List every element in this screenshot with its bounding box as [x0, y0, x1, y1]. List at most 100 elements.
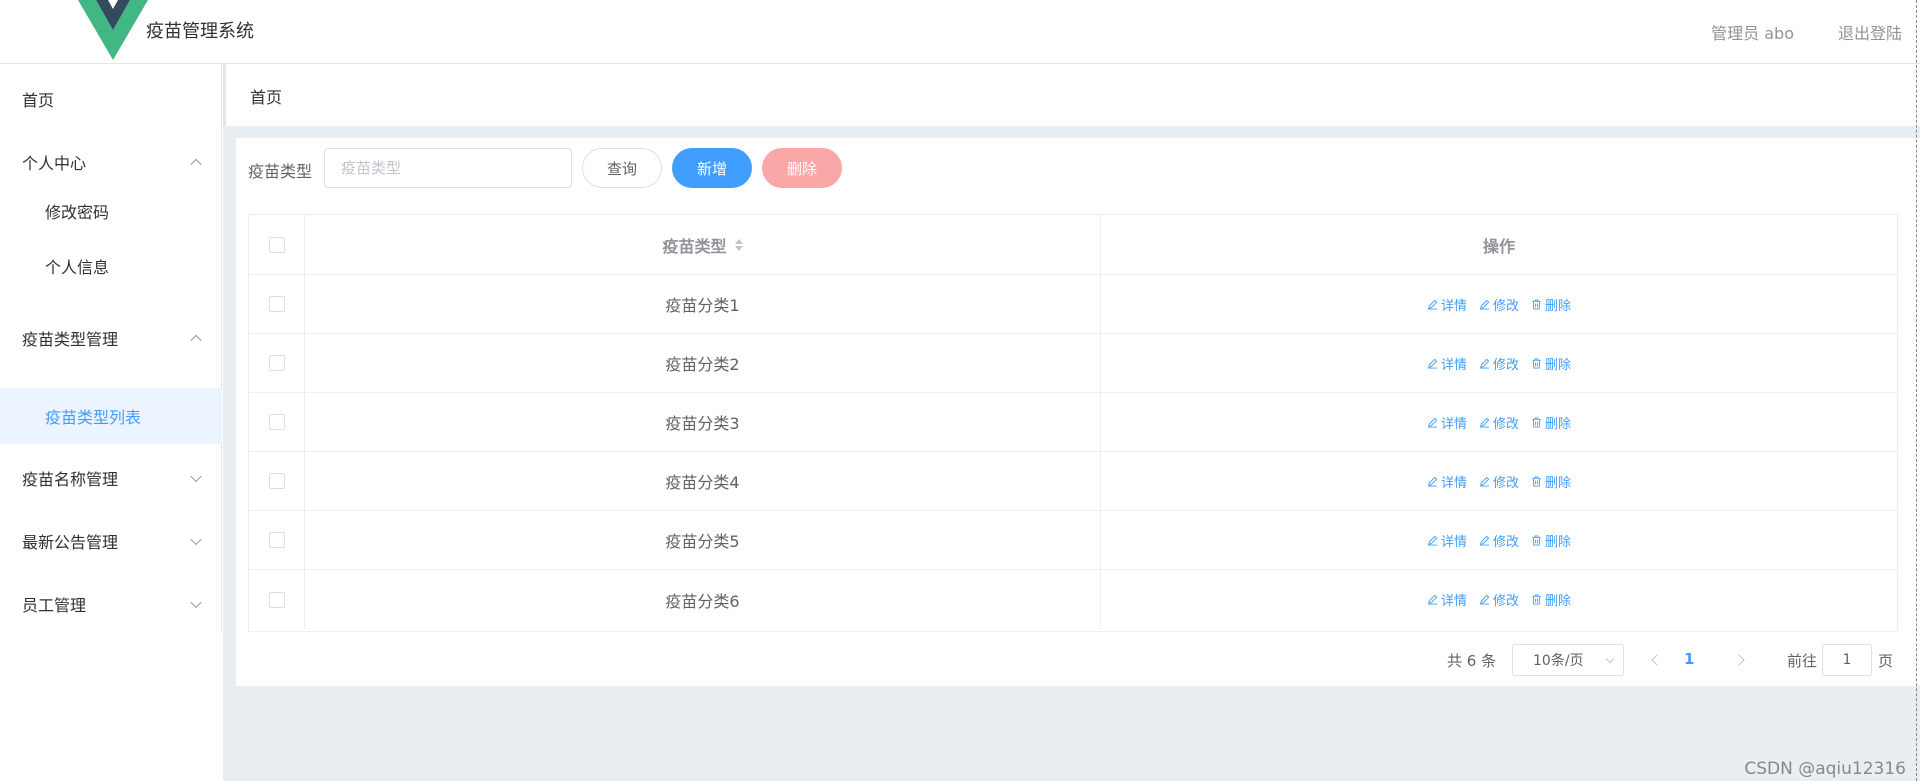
column-header-label: 疫苗类型 — [662, 236, 727, 256]
edit-link[interactable]: 修改 — [1479, 531, 1519, 550]
delete-link[interactable]: 删除 — [1531, 531, 1571, 550]
sidebar-item-change-password[interactable]: 修改密码 — [0, 185, 222, 237]
delete-icon — [1531, 475, 1545, 487]
prev-page-button[interactable] — [1640, 644, 1670, 676]
detail-link[interactable]: 详情 — [1427, 413, 1467, 432]
action-label: 修改 — [1492, 357, 1519, 373]
column-header-vaccine-type[interactable]: 疫苗类型 — [305, 215, 1101, 274]
row-check-cell — [249, 511, 305, 569]
edit-icon — [1479, 476, 1493, 487]
row-check-cell — [249, 393, 305, 451]
current-user-label[interactable]: 管理员 abo — [1711, 20, 1794, 44]
row-actions-cell: 详情 修改 删除 — [1101, 511, 1897, 569]
goto-page-input[interactable] — [1822, 644, 1872, 676]
row-actions-cell: 详情 修改 删除 — [1101, 275, 1897, 333]
chevron-down-icon — [190, 596, 202, 609]
vaccine-type-cell: 疫苗分类2 — [305, 334, 1101, 392]
action-label: 修改 — [1492, 594, 1519, 609]
action-label: 修改 — [1492, 534, 1519, 550]
edit-link[interactable]: 修改 — [1479, 413, 1519, 432]
edit-link[interactable]: 修改 — [1479, 472, 1519, 491]
delete-icon — [1531, 594, 1545, 605]
detail-link[interactable]: 详情 — [1427, 295, 1467, 314]
sidebar-item-label: 最新公告管理 — [22, 533, 119, 552]
sidebar-item-personal-info[interactable]: 个人信息 — [0, 240, 222, 292]
delete-icon — [1531, 298, 1545, 310]
row-check-cell — [249, 452, 305, 510]
row-checkbox[interactable] — [269, 355, 285, 371]
edit-link[interactable]: 修改 — [1479, 295, 1519, 314]
edit-icon — [1427, 535, 1441, 546]
sidebar-item-announcement-management[interactable]: 最新公告管理 — [0, 513, 222, 569]
row-actions-cell: 详情 修改 删除 — [1101, 393, 1897, 451]
breadcrumb[interactable]: 首页 — [250, 84, 282, 108]
edit-link[interactable]: 修改 — [1479, 354, 1519, 373]
sidebar-item-home[interactable]: 首页 — [0, 71, 222, 127]
page-number-current[interactable]: 1 — [1684, 650, 1694, 668]
search-label: 疫苗类型 — [248, 162, 313, 181]
chevron-down-icon — [1605, 654, 1615, 664]
sidebar-item-vaccine-name-management[interactable]: 疫苗名称管理 — [0, 450, 222, 506]
row-checkbox[interactable] — [269, 591, 285, 608]
edit-link[interactable]: 修改 — [1479, 590, 1519, 609]
sidebar-item-personal-center[interactable]: 个人中心 — [0, 134, 222, 190]
row-actions-cell: 详情 修改 删除 — [1101, 452, 1897, 510]
column-header-label: 操作 — [1482, 236, 1515, 256]
page-size-select[interactable]: 10条/页 — [1512, 644, 1624, 676]
watermark: CSDN @aqiu12316 — [1744, 759, 1906, 779]
delete-link[interactable]: 删除 — [1531, 413, 1571, 432]
sort-icon[interactable] — [734, 238, 743, 252]
delete-icon — [1531, 357, 1545, 369]
row-check-cell — [249, 334, 305, 392]
detail-link[interactable]: 详情 — [1427, 531, 1467, 550]
action-label: 详情 — [1440, 594, 1467, 609]
header-check-cell — [249, 215, 305, 274]
app-title: 疫苗管理系统 — [146, 21, 254, 42]
sidebar-item-label: 员工管理 — [22, 596, 87, 615]
sidebar-item-label: 疫苗名称管理 — [22, 470, 119, 489]
delete-link[interactable]: 删除 — [1531, 590, 1571, 609]
edit-icon — [1479, 299, 1493, 310]
detail-link[interactable]: 详情 — [1427, 590, 1467, 609]
action-label: 修改 — [1492, 416, 1519, 432]
table-header-row: 疫苗类型 操作 — [249, 215, 1897, 275]
sidebar-item-label: 修改密码 — [45, 203, 110, 222]
select-all-checkbox[interactable] — [269, 236, 285, 253]
row-checkbox[interactable] — [269, 473, 285, 489]
vaccine-type-search-input[interactable] — [324, 148, 572, 188]
vaccine-type-cell: 疫苗分类4 — [305, 452, 1101, 510]
pagination-total: 共 6 条 — [1447, 652, 1497, 670]
action-label: 删除 — [1545, 357, 1572, 373]
sidebar-item-staff-management[interactable]: 员工管理 — [0, 576, 222, 632]
action-label: 修改 — [1492, 298, 1519, 314]
sidebar-menu: 首页 个人中心 修改密码 个人信息 疫苗类型管理 疫苗类型列表 疫苗名称管理 最… — [0, 64, 222, 631]
pagination: 共 6 条 10条/页 1 前往 页 — [236, 644, 1920, 676]
detail-link[interactable]: 详情 — [1427, 354, 1467, 373]
delete-link[interactable]: 删除 — [1531, 354, 1571, 373]
row-checkbox[interactable] — [269, 532, 285, 548]
detail-link[interactable]: 详情 — [1427, 472, 1467, 491]
next-page-button[interactable] — [1726, 644, 1756, 676]
sidebar-item-label: 首页 — [22, 91, 55, 110]
goto-label: 前往 — [1787, 652, 1818, 670]
chevron-up-icon — [190, 334, 202, 347]
query-button[interactable]: 查询 — [582, 148, 662, 188]
action-label: 详情 — [1440, 416, 1467, 432]
delete-icon — [1531, 534, 1545, 546]
row-checkbox[interactable] — [269, 296, 285, 312]
add-button[interactable]: 新增 — [672, 148, 752, 188]
sidebar-item-vaccine-type-management[interactable]: 疫苗类型管理 — [0, 310, 222, 366]
delete-link[interactable]: 删除 — [1531, 295, 1571, 314]
sidebar-item-label: 疫苗类型列表 — [45, 408, 142, 427]
sidebar-item-vaccine-type-list[interactable]: 疫苗类型列表 — [0, 388, 222, 444]
page-size-value: 10条/页 — [1533, 653, 1584, 669]
vaccine-type-cell: 疫苗分类6 — [305, 570, 1101, 629]
table-row: 疫苗分类4 详情 修改 删除 — [249, 452, 1897, 511]
delete-link[interactable]: 删除 — [1531, 472, 1571, 491]
edit-icon — [1427, 476, 1441, 487]
batch-delete-button[interactable]: 删除 — [762, 148, 842, 188]
action-label: 删除 — [1545, 594, 1572, 609]
row-check-cell — [249, 275, 305, 333]
logout-button[interactable]: 退出登陆 — [1838, 20, 1902, 44]
row-checkbox[interactable] — [269, 414, 285, 430]
